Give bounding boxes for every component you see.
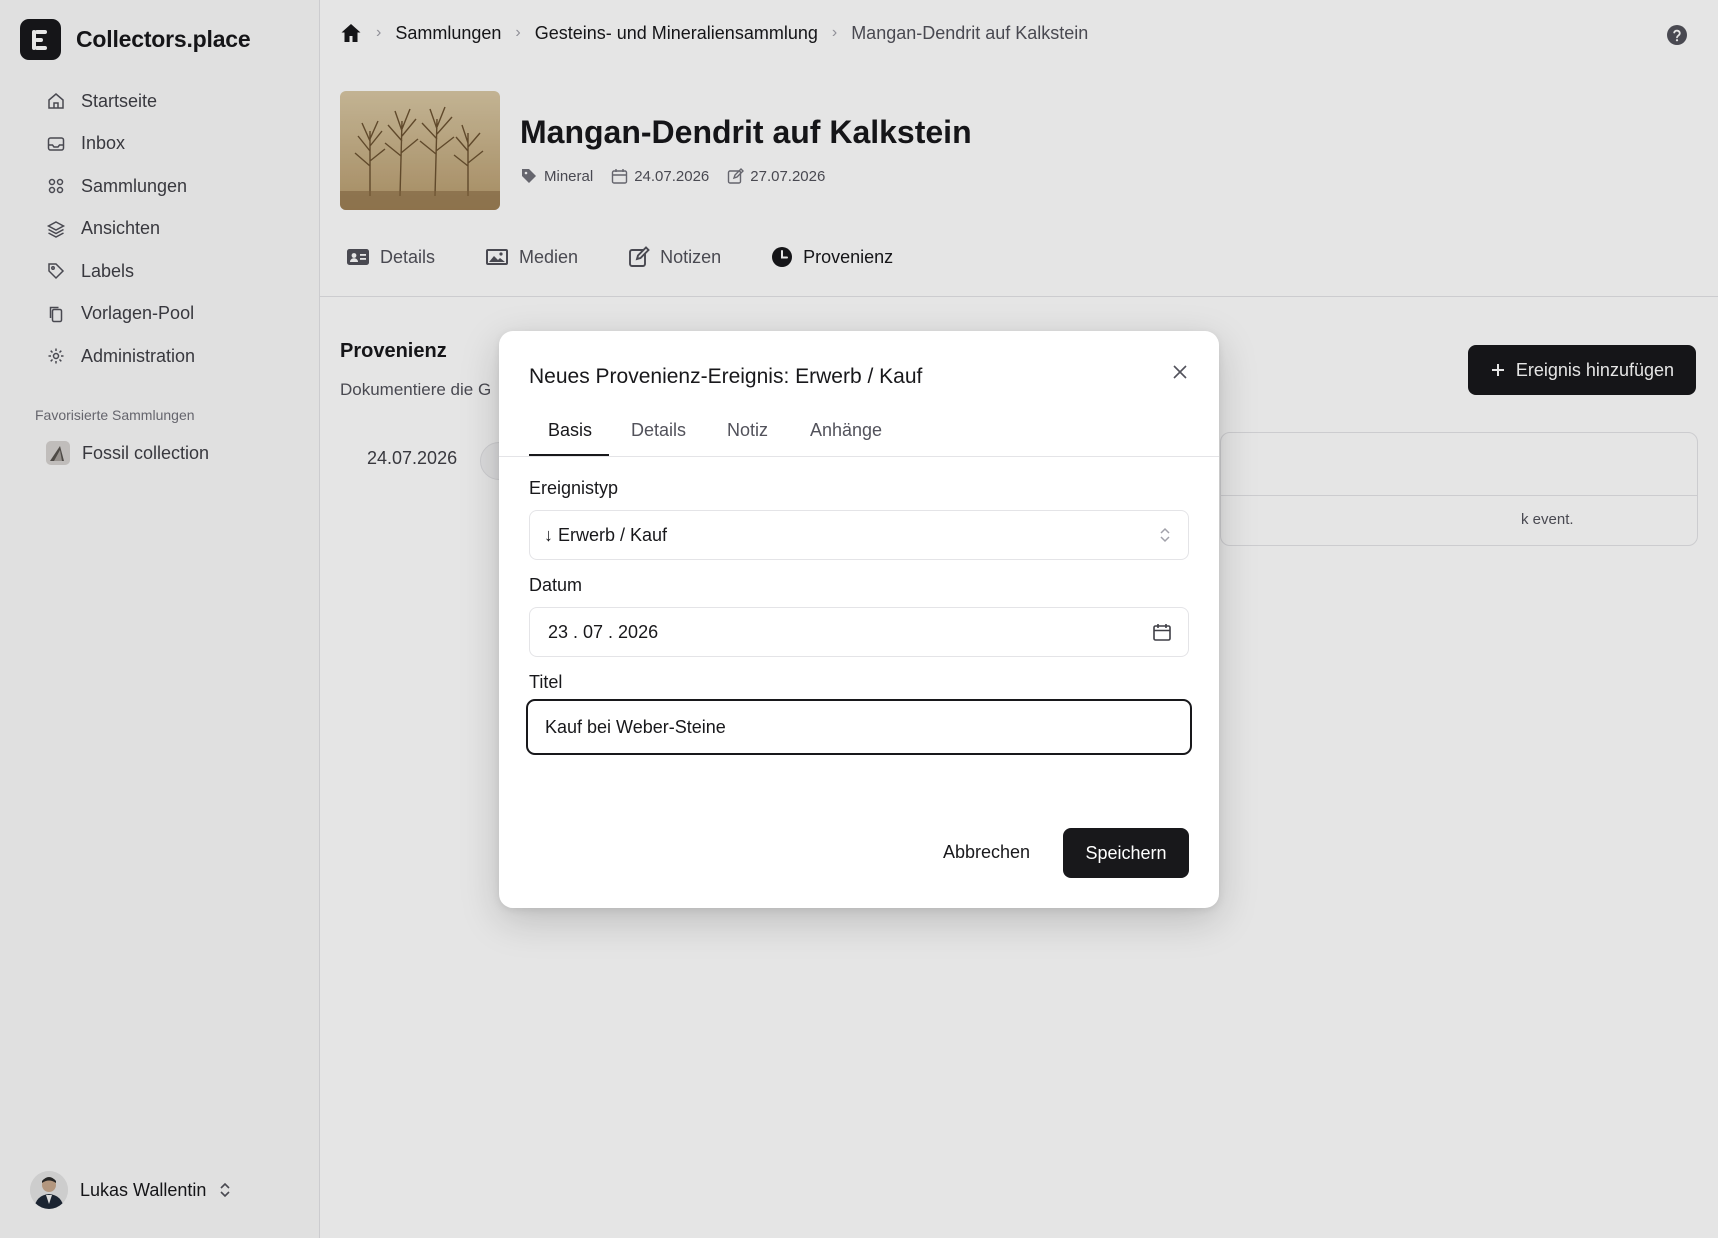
date-label: Datum <box>529 575 583 595</box>
title-input[interactable] <box>526 699 1192 755</box>
dialog-tab-details[interactable]: Details <box>631 420 686 441</box>
save-button[interactable]: Speichern <box>1063 828 1189 878</box>
dialog-tab-notiz[interactable]: Notiz <box>727 420 768 441</box>
dialog-tab-basis[interactable]: Basis <box>548 420 592 441</box>
event-type-select[interactable]: ↓ Erwerb / Kauf <box>529 510 1189 560</box>
chevron-up-down-icon <box>1160 527 1170 543</box>
event-type-label: Ereignistyp <box>529 478 619 498</box>
date-input[interactable]: 23 . 07 . 2026 <box>529 607 1189 657</box>
active-tab-indicator <box>529 454 609 456</box>
title-label: Titel <box>529 672 563 692</box>
date-value: 23 . 07 . 2026 <box>548 621 659 642</box>
cancel-button[interactable]: Abbrechen <box>927 827 1046 877</box>
dialog-title: Neues Provenienz-Ereignis: Erwerb / Kauf <box>529 365 923 388</box>
dialog-tabs: Basis Details Notiz Anhänge <box>499 411 1219 457</box>
close-icon[interactable] <box>1171 363 1189 381</box>
provenance-event-dialog: Neues Provenienz-Ereignis: Erwerb / Kauf… <box>499 331 1219 908</box>
event-type-value: ↓ Erwerb / Kauf <box>544 524 668 545</box>
dialog-tab-anhaenge[interactable]: Anhänge <box>810 420 882 441</box>
calendar-icon[interactable] <box>1152 622 1172 642</box>
